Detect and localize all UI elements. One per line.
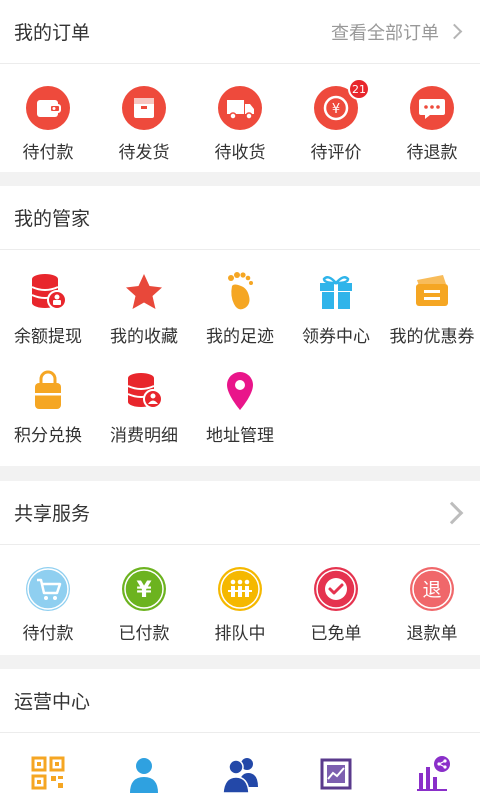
wallet-icon	[26, 86, 70, 130]
shared-item-label: 退款单	[406, 624, 458, 644]
chevron-right-icon	[440, 501, 464, 524]
svg-text:¥: ¥	[136, 578, 152, 603]
operations-header: 运营中心	[0, 669, 480, 733]
shared-paid[interactable]: ¥ 已付款	[96, 567, 192, 644]
orders-section: 我的订单 查看全部订单 待付款 待发货 待收货 ¥ 21 待评价 待退款	[0, 0, 480, 172]
chat-bubble-icon	[410, 86, 454, 130]
shared-item-label: 已付款	[118, 624, 170, 644]
view-all-orders-label: 查看全部订单	[331, 22, 439, 44]
location-pin-icon	[218, 369, 262, 413]
butler-spending-details[interactable]: 消费明细	[96, 369, 192, 446]
operations-user[interactable]	[96, 751, 192, 795]
team-icon	[218, 751, 262, 795]
database-lock-icon	[26, 270, 70, 314]
qr-code-icon	[26, 751, 70, 795]
cart-icon	[26, 567, 70, 611]
butler-footprints[interactable]: 我的足迹	[192, 270, 288, 347]
order-item-label: 待发货	[118, 143, 170, 163]
gift-icon	[314, 270, 358, 314]
yen-coin-icon: ¥ 21	[314, 78, 370, 130]
butler-item-label: 领券中心	[302, 327, 370, 347]
shared-free-order[interactable]: 已免单	[288, 567, 384, 644]
check-icon	[314, 567, 358, 611]
refund-icon: 退	[410, 567, 454, 611]
butler-coupon-center[interactable]: 领券中心	[288, 270, 384, 347]
shared-header[interactable]: 共享服务	[0, 481, 480, 545]
truck-icon	[218, 86, 262, 130]
yen-icon: ¥	[122, 567, 166, 611]
chevron-right-icon	[446, 23, 463, 40]
operations-qr-code[interactable]	[0, 751, 96, 795]
butler-points-exchange[interactable]: 积分兑换	[0, 369, 96, 446]
butler-my-coupons[interactable]: 我的优惠券	[384, 270, 480, 347]
star-icon	[122, 270, 166, 314]
order-pending-shipment[interactable]: 待发货	[96, 86, 192, 163]
butler-section: 我的管家 余额提现 我的收藏 我的足迹 领券中心 我的优惠券 积分兑换 消费明细…	[0, 186, 480, 466]
order-pending-refund[interactable]: 待退款	[384, 86, 480, 163]
order-pending-review[interactable]: ¥ 21 待评价	[288, 78, 384, 163]
share-stats-icon	[410, 751, 454, 795]
order-item-label: 待退款	[406, 143, 458, 163]
view-all-orders-link[interactable]: 查看全部订单	[331, 19, 466, 45]
shared-title: 共享服务	[14, 503, 91, 525]
shared-item-label: 排队中	[214, 624, 266, 644]
order-item-label: 待收货	[214, 143, 266, 163]
bag-icon	[26, 369, 70, 413]
shared-pending-payment[interactable]: 待付款	[0, 567, 96, 644]
operations-title: 运营中心	[14, 691, 91, 713]
database-user-icon	[122, 369, 166, 413]
butler-favorites[interactable]: 我的收藏	[96, 270, 192, 347]
order-pending-payment[interactable]: 待付款	[0, 86, 96, 163]
review-count-badge: 21	[348, 78, 370, 100]
chart-board-icon	[314, 751, 358, 795]
orders-header: 我的订单 查看全部订单	[0, 0, 480, 64]
shared-section: 共享服务 待付款 ¥ 已付款 排队中 已免单 退 退款单	[0, 481, 480, 655]
orders-title: 我的订单	[14, 22, 91, 44]
shared-refund-order[interactable]: 退 退款单	[384, 567, 480, 644]
butler-header: 我的管家	[0, 186, 480, 250]
butler-address-management[interactable]: 地址管理	[192, 369, 288, 446]
queue-icon	[218, 567, 262, 611]
order-pending-receipt[interactable]: 待收货	[192, 86, 288, 163]
operations-share-stats[interactable]	[384, 751, 480, 795]
package-icon	[122, 86, 166, 130]
svg-text:¥: ¥	[332, 102, 340, 117]
butler-item-label: 我的优惠券	[389, 327, 475, 347]
butler-item-label: 地址管理	[206, 426, 274, 446]
butler-item-label: 余额提现	[14, 327, 82, 347]
order-item-label: 待评价	[310, 143, 362, 163]
butler-item-label: 积分兑换	[14, 426, 82, 446]
shared-in-queue[interactable]: 排队中	[192, 567, 288, 644]
user-icon	[122, 751, 166, 795]
refund-glyph: 退	[422, 579, 441, 601]
shared-item-label: 待付款	[22, 624, 74, 644]
order-item-label: 待付款	[22, 143, 74, 163]
coupon-icon	[410, 270, 454, 314]
shared-item-label: 已免单	[310, 624, 362, 644]
butler-balance-withdraw[interactable]: 余额提现	[0, 270, 96, 347]
footprint-icon	[218, 270, 262, 314]
operations-section: 运营中心	[0, 669, 480, 800]
butler-title: 我的管家	[14, 208, 91, 230]
operations-chart-board[interactable]	[288, 751, 384, 795]
butler-item-label: 我的足迹	[206, 327, 274, 347]
butler-item-label: 消费明细	[110, 426, 178, 446]
butler-item-label: 我的收藏	[110, 327, 178, 347]
operations-team[interactable]	[192, 751, 288, 795]
